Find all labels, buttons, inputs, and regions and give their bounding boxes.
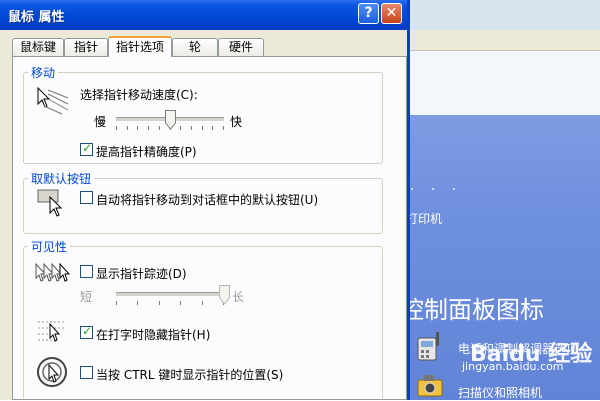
tab-buttons[interactable]: 鼠标键 bbox=[12, 38, 64, 56]
precision-checkbox[interactable] bbox=[80, 141, 93, 156]
slider-tick bbox=[223, 126, 224, 130]
close-button[interactable]: ✕ bbox=[381, 3, 402, 24]
help-button[interactable]: ? bbox=[358, 3, 379, 24]
speed-slider-thumb[interactable] bbox=[165, 110, 176, 130]
visibility-legend: 可见性 bbox=[31, 240, 68, 254]
show-location-ctrl-checkbox[interactable] bbox=[80, 366, 93, 379]
dialog-title: 鼠标 属性 bbox=[8, 10, 65, 25]
tab-strip: 鼠标键 指针 指针选项 轮 硬件 bbox=[12, 36, 407, 57]
hide-pointer-icon bbox=[38, 321, 66, 342]
snap-to-checkbox[interactable] bbox=[80, 191, 93, 204]
snap-to-button-icon bbox=[37, 189, 63, 217]
pointer-speed-icon bbox=[37, 86, 69, 115]
tab-hardware[interactable]: 硬件 bbox=[218, 38, 264, 56]
slider-tick bbox=[137, 126, 138, 130]
slider-tick bbox=[180, 301, 181, 305]
precision-label[interactable]: 提高指针精确度(P) bbox=[96, 143, 197, 160]
hide-while-typing-label[interactable]: 在打字时隐藏指针(H) bbox=[96, 326, 210, 343]
control-panel-heading: 控制面板图标 bbox=[400, 296, 544, 324]
mouse-properties-dialog: 鼠标 属性 ? ✕ 鼠标键 指针 指针选项 轮 硬件 移动 选择指针移动速度(C… bbox=[0, 0, 410, 400]
slow-label: 慢 bbox=[94, 115, 107, 129]
trails-slider-track[interactable] bbox=[116, 292, 224, 297]
slider-tick bbox=[180, 126, 181, 130]
slider-tick bbox=[148, 126, 149, 130]
pointer-trails-checkbox[interactable] bbox=[80, 265, 93, 278]
printer-link[interactable]: 打印机 bbox=[406, 210, 442, 227]
show-location-ctrl-label[interactable]: 当按 CTRL 键时显示指针的位置(S) bbox=[96, 366, 283, 383]
slider-tick bbox=[202, 301, 203, 305]
scanner-camera-icon bbox=[417, 375, 443, 397]
slider-tick bbox=[202, 126, 203, 130]
trails-slider-ticks bbox=[116, 301, 224, 306]
slider-tick bbox=[116, 126, 117, 130]
task-pane-ellipsis: . . . bbox=[410, 178, 463, 194]
speed-label: 选择指针移动速度(C): bbox=[80, 88, 198, 102]
snap-to-label[interactable]: 自动将指针移动到对话框中的默认按钮(U) bbox=[96, 191, 318, 208]
tab-pointers[interactable]: 指针 bbox=[64, 38, 108, 56]
slider-tick bbox=[212, 126, 213, 130]
dialog-titlebar[interactable]: 鼠标 属性 ? ✕ bbox=[0, 0, 407, 30]
snap-to-legend: 取默认按钮 bbox=[31, 172, 92, 186]
slider-tick bbox=[159, 126, 160, 130]
long-label: 长 bbox=[232, 290, 245, 304]
slider-tick bbox=[191, 126, 192, 130]
pointer-trails-icon bbox=[35, 262, 71, 282]
slider-tick bbox=[127, 126, 128, 130]
motion-legend: 移动 bbox=[31, 66, 56, 80]
slider-tick bbox=[159, 301, 160, 305]
pointer-trails-label[interactable]: 显示指针踪迹(D) bbox=[96, 265, 187, 282]
trails-slider-thumb[interactable] bbox=[219, 285, 230, 305]
watermark-url: jingyan.baidu.com bbox=[462, 360, 564, 373]
hide-while-typing-checkbox[interactable] bbox=[80, 324, 93, 339]
ctrl-locate-icon bbox=[37, 357, 67, 387]
tab-pointer-options[interactable]: 指针选项 bbox=[108, 36, 172, 57]
motion-group: 移动 bbox=[23, 64, 383, 164]
slider-tick bbox=[116, 301, 117, 305]
fast-label: 快 bbox=[230, 115, 243, 129]
short-label: 短 bbox=[80, 290, 93, 304]
slider-tick bbox=[137, 301, 138, 305]
scanner-camera-label: 扫描仪和照相机 bbox=[458, 386, 543, 400]
tab-wheel[interactable]: 轮 bbox=[172, 38, 218, 56]
phone-modem-icon bbox=[417, 332, 439, 361]
